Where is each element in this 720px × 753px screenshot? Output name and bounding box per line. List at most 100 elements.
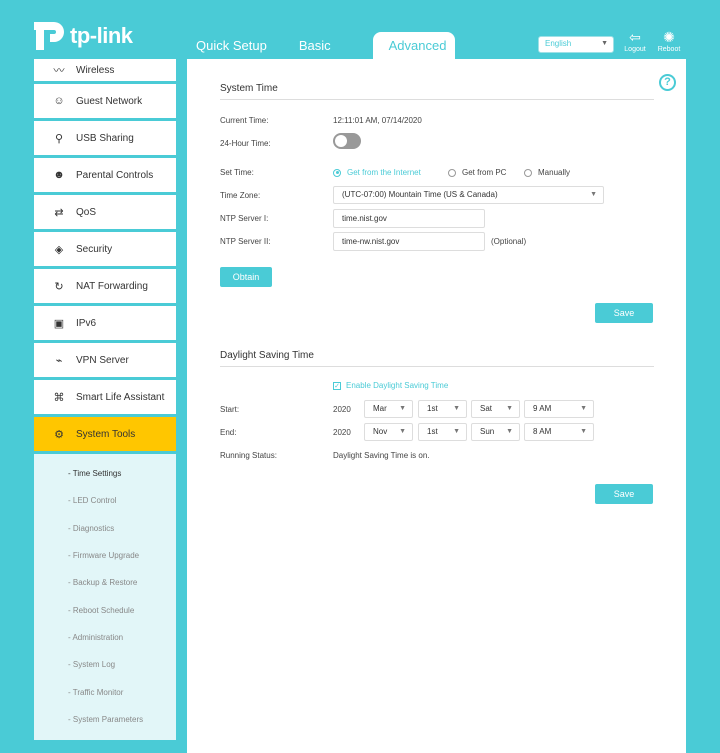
dst-start-year: 2020 — [333, 405, 351, 414]
qos-icon: ⇄ — [54, 206, 64, 219]
sidebar-item-security[interactable]: ◈ Security — [34, 232, 176, 266]
select-value: 9 AM — [533, 404, 552, 413]
tab-advanced[interactable]: Advanced — [372, 32, 455, 60]
wifi-icon: 〰 — [53, 65, 65, 77]
main-panel: ? System Time Current Time: 12:11:01 AM,… — [187, 59, 686, 753]
logout-icon: ⇦ — [629, 29, 641, 45]
dst-save-button[interactable]: Save — [595, 484, 653, 504]
dst-start-week-select[interactable]: 1st ▼ — [418, 400, 467, 418]
sidebar-item-qos[interactable]: ⇄ QoS — [34, 195, 176, 229]
current-time-label: Current Time: — [220, 116, 269, 125]
sidebar: 〰 Wireless ☺ Guest Network ⚲ USB Sharing… — [34, 59, 176, 740]
dst-start-day-select[interactable]: Sat ▼ — [471, 400, 520, 418]
chevron-down-icon: ▼ — [399, 405, 406, 412]
language-select[interactable]: English ▼ — [538, 36, 614, 53]
ntp-server-2-input[interactable]: time-nw.nist.gov — [333, 232, 485, 251]
sidebar-item-guest-network[interactable]: ☺ Guest Network — [34, 84, 176, 118]
enable-dst-label: Enable Daylight Saving Time — [346, 381, 449, 390]
ipv6-icon: ▣ — [53, 317, 65, 330]
divider — [220, 366, 654, 367]
dst-end-week-select[interactable]: 1st ▼ — [418, 423, 467, 441]
running-status-label: Running Status: — [220, 451, 277, 460]
dst-start-label: Start: — [220, 405, 240, 414]
dst-end-label: End: — [220, 428, 237, 437]
time-zone-select[interactable]: (UTC-07:00) Mountain Time (US & Canada) … — [333, 186, 604, 204]
sidebar-item-smart-life-assistant[interactable]: ⌘ Smart Life Assistant — [34, 380, 176, 414]
logout-button[interactable]: ⇦ Logout — [620, 28, 650, 53]
submenu-traffic-monitor[interactable]: - Traffic Monitor — [34, 678, 176, 705]
ntp1-label: NTP Server I: — [220, 214, 269, 223]
hour24-toggle[interactable] — [333, 133, 361, 149]
dst-end-year: 2020 — [333, 428, 351, 437]
dst-start-month-select[interactable]: Mar ▼ — [364, 400, 413, 418]
sidebar-item-vpn-server[interactable]: ⌁ VPN Server — [34, 343, 176, 377]
sidebar-item-ipv6[interactable]: ▣ IPv6 — [34, 306, 176, 340]
submenu-reboot-schedule[interactable]: - Reboot Schedule — [34, 596, 176, 623]
select-value: Mar — [373, 404, 387, 413]
sidebar-item-label: Parental Controls — [76, 169, 154, 181]
submenu-firmware-upgrade[interactable]: - Firmware Upgrade — [34, 542, 176, 569]
brand-text: tp-link — [70, 23, 133, 48]
radio-label: Manually — [538, 168, 571, 177]
tp-link-logo: tp-link — [32, 20, 133, 52]
dst-title: Daylight Saving Time — [220, 350, 314, 361]
help-icon[interactable]: ? — [659, 74, 676, 91]
running-status-value: Daylight Saving Time is on. — [333, 451, 430, 460]
nat-icon: ↻ — [54, 280, 64, 293]
ntp2-label: NTP Server II: — [220, 237, 271, 246]
radio-label: Get from the Internet — [347, 168, 421, 177]
set-time-label: Set Time: — [220, 168, 254, 177]
chevron-down-icon: ▼ — [580, 428, 587, 435]
chevron-down-icon: ▼ — [399, 428, 406, 435]
ntp-server-1-input[interactable]: time.nist.gov — [333, 209, 485, 228]
chevron-down-icon: ▼ — [580, 405, 587, 412]
sidebar-item-nat-forwarding[interactable]: ↻ NAT Forwarding — [34, 269, 176, 303]
sidebar-item-wireless[interactable]: 〰 Wireless — [34, 59, 176, 81]
submenu-system-log[interactable]: - System Log — [34, 651, 176, 678]
dst-end-month-select[interactable]: Nov ▼ — [364, 423, 413, 441]
radio-dot — [524, 168, 532, 177]
submenu-time-settings[interactable]: - Time Settings — [34, 460, 176, 487]
tab-quick-setup[interactable]: Quick Setup — [180, 32, 283, 60]
radio-get-from-internet[interactable]: Get from the Internet — [333, 168, 421, 177]
submenu-diagnostics[interactable]: - Diagnostics — [34, 515, 176, 542]
chevron-down-icon: ▼ — [590, 191, 597, 198]
select-value: Nov — [373, 427, 388, 436]
submenu-administration[interactable]: - Administration — [34, 624, 176, 651]
divider — [220, 99, 654, 100]
select-value: Sat — [480, 404, 493, 413]
sidebar-item-label: IPv6 — [76, 317, 97, 329]
obtain-button[interactable]: Obtain — [220, 267, 272, 287]
tab-basic[interactable]: Basic — [283, 32, 347, 60]
radio-get-from-pc[interactable]: Get from PC — [448, 168, 506, 177]
enable-dst-checkbox[interactable]: ✓ Enable Daylight Saving Time — [333, 381, 448, 390]
chevron-down-icon: ▼ — [506, 428, 513, 435]
chevron-down-icon: ▼ — [506, 405, 513, 412]
save-button[interactable]: Save — [595, 303, 653, 323]
chevron-down-icon: ▼ — [601, 40, 608, 47]
select-value: Sun — [480, 427, 495, 436]
dst-end-day-select[interactable]: Sun ▼ — [471, 423, 520, 441]
sidebar-item-label: System Tools — [76, 428, 136, 440]
sidebar-item-system-tools[interactable]: ⚙ System Tools — [34, 417, 176, 451]
submenu-system-parameters[interactable]: - System Parameters — [34, 706, 176, 733]
submenu-led-control[interactable]: - LED Control — [34, 487, 176, 514]
dst-start-time-select[interactable]: 9 AM ▼ — [524, 400, 594, 418]
dst-end-time-select[interactable]: 8 AM ▼ — [524, 423, 594, 441]
time-zone-label: Time Zone: — [220, 191, 261, 200]
ntp2-optional-hint: (Optional) — [491, 237, 527, 246]
check-icon: ✓ — [333, 381, 341, 390]
reboot-button[interactable]: ✺ Reboot — [654, 28, 684, 53]
radio-label: Get from PC — [462, 168, 507, 177]
sidebar-item-usb-sharing[interactable]: ⚲ USB Sharing — [34, 121, 176, 155]
system-tools-submenu: - Time Settings - LED Control - Diagnost… — [34, 454, 176, 740]
sidebar-item-label: QoS — [76, 206, 97, 218]
sidebar-item-label: NAT Forwarding — [76, 280, 148, 292]
sidebar-item-parental-controls[interactable]: ☻ Parental Controls — [34, 158, 176, 192]
gear-icon: ⚙ — [54, 428, 64, 441]
submenu-backup-restore[interactable]: - Backup & Restore — [34, 569, 176, 596]
chevron-down-icon: ▼ — [453, 405, 460, 412]
select-value: 1st — [427, 404, 438, 413]
radio-dot — [333, 168, 341, 177]
radio-manually[interactable]: Manually — [524, 168, 570, 177]
